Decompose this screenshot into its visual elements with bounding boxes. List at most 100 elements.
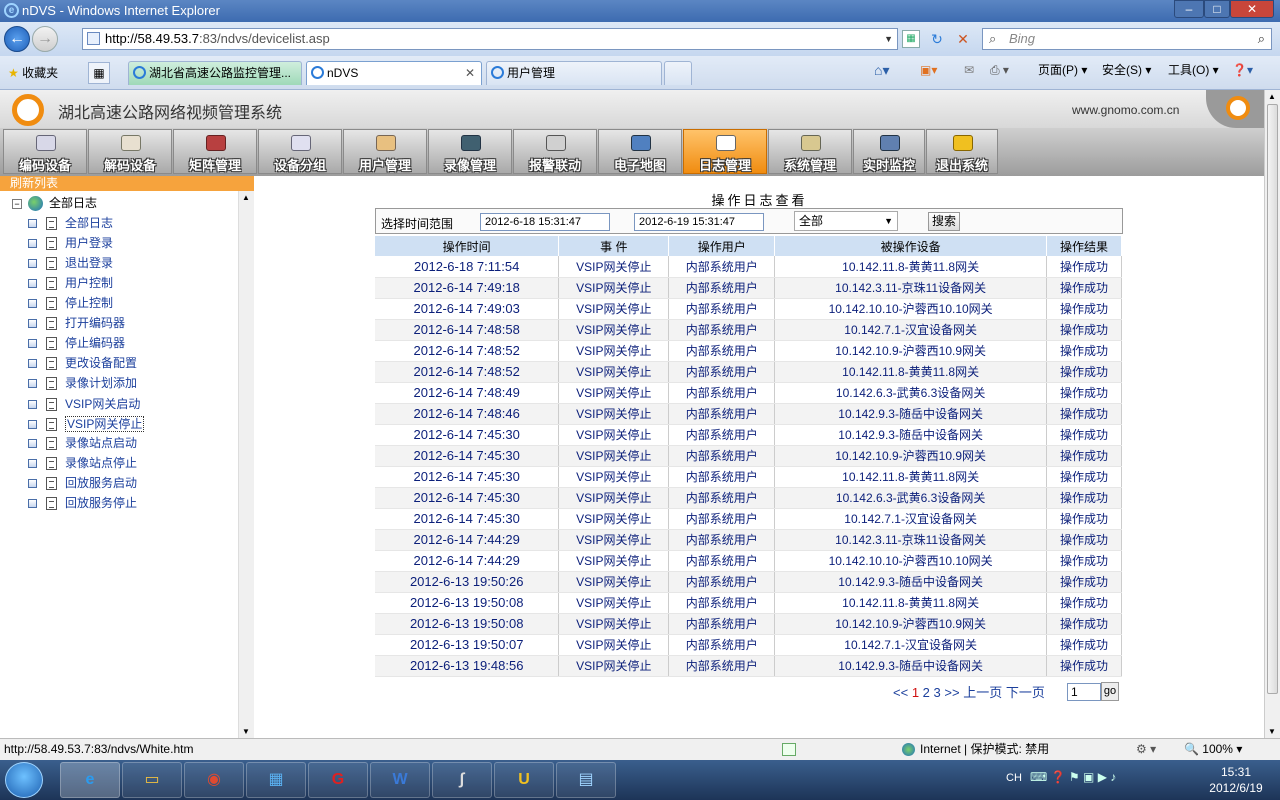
log-type-select[interactable]: 全部 [794, 211, 898, 231]
table-row[interactable]: 2012-6-13 19:50:26 VSIP网关停止 内部系统用户 10.142.9… [375, 571, 1122, 593]
menu-log-management[interactable]: 日志管理 [683, 129, 767, 174]
tree-item-playback-stop[interactable]: 回放服务停止 [28, 494, 137, 512]
table-row[interactable]: 2012-6-13 19:50:08 VSIP网关停止 内部系统用户 10.142.1… [375, 613, 1122, 635]
go-button[interactable]: go [1101, 682, 1119, 701]
tree-item-stop-control[interactable]: 停止控制 [28, 294, 113, 312]
page-link-3[interactable]: 3 [934, 685, 941, 700]
page-link-1[interactable]: 1 [912, 685, 919, 700]
security-report-icon[interactable]: ⚙ ▾ [1136, 739, 1156, 760]
tree-root-all-logs[interactable]: − 全部日志 [12, 194, 97, 212]
table-row[interactable]: 2012-6-14 7:45:30 VSIP网关停止 内部系统用户 10.142.7.… [375, 508, 1122, 530]
tree-item-all-logs[interactable]: 全部日志 [28, 214, 113, 232]
favorites-button[interactable]: ★ 收藏夹 [8, 64, 58, 81]
next-page-link[interactable]: 下一页 [1006, 685, 1045, 700]
close-window-button[interactable]: ✕ [1230, 0, 1274, 18]
help-icon[interactable]: ❓▾ [1232, 62, 1253, 78]
menu-alarm-linkage[interactable]: 报警联动 [513, 129, 597, 174]
taskbar-explorer-icon[interactable]: ▭ [122, 762, 182, 798]
table-row[interactable]: 2012-6-14 7:48:49 VSIP网关停止 内部系统用户 10.142.6.… [375, 382, 1122, 404]
table-row[interactable]: 2012-6-14 7:48:46 VSIP网关停止 内部系统用户 10.142.9.… [375, 403, 1122, 425]
compatibility-view-icon[interactable]: ▦ [902, 30, 920, 48]
col-header-event[interactable]: 事 件 [558, 236, 670, 256]
menu-matrix[interactable]: 矩阵管理 [173, 129, 257, 174]
scroll-up-icon[interactable]: ▲ [242, 193, 250, 202]
page-scrollbar[interactable]: ▲ ▼ [1264, 90, 1280, 738]
scroll-up-icon[interactable]: ▲ [1268, 92, 1276, 101]
tab-user-management[interactable]: 用户管理 [486, 61, 662, 85]
taskbar-ie-icon[interactable]: e [60, 762, 120, 798]
tree-scrollbar[interactable]: ▲ ▼ [238, 191, 254, 738]
zoom-level[interactable]: 🔍 100% ▾ [1184, 739, 1242, 760]
tree-item-record-site-start[interactable]: 录像站点启动 [28, 434, 137, 452]
scroll-thumb[interactable] [1267, 104, 1278, 694]
col-header-device[interactable]: 被操作设备 [774, 236, 1048, 256]
table-row[interactable]: 2012-6-14 7:49:18 VSIP网关停止 内部系统用户 10.142.3.… [375, 277, 1122, 299]
page-menu[interactable]: 页面(P) ▾ [1038, 62, 1087, 78]
address-input[interactable]: http://58.49.53.7:83/ndvs/devicelist.asp… [82, 28, 898, 50]
feeds-icon[interactable]: ▣▾ [920, 62, 937, 78]
home-icon[interactable]: ⌂▾ [874, 62, 889, 78]
menu-e-map[interactable]: 电子地图 [598, 129, 682, 174]
menu-encoder-devices[interactable]: 编码设备 [3, 129, 87, 174]
menu-recording[interactable]: 录像管理 [428, 129, 512, 174]
last-page-link[interactable]: >> [944, 685, 959, 700]
table-row[interactable]: 2012-6-14 7:45:30 VSIP网关停止 内部系统用户 10.142.10… [375, 445, 1122, 467]
tree-item-change-config[interactable]: 更改设备配置 [28, 354, 137, 372]
menu-user-management[interactable]: 用户管理 [343, 129, 427, 174]
tree-item-vsip-stop[interactable]: VSIP网关停止 [28, 415, 145, 433]
tab-ndvs[interactable]: nDVS ✕ [306, 61, 482, 85]
taskbar-word-icon[interactable]: W [370, 762, 430, 798]
menu-live-monitor[interactable]: 实时监控 [853, 129, 925, 174]
start-time-input[interactable]: 2012-6-18 15:31:47 [480, 213, 610, 231]
tree-item-playback-start[interactable]: 回放服务启动 [28, 474, 137, 492]
start-button[interactable] [5, 762, 43, 798]
table-row[interactable]: 2012-6-13 19:48:56 VSIP网关停止 内部系统用户 10.142.9… [375, 655, 1122, 677]
menu-exit[interactable]: 退出系统 [926, 129, 998, 174]
page-status-icon[interactable] [782, 743, 796, 756]
stop-icon[interactable]: ✕ [954, 30, 972, 48]
collapse-icon[interactable]: − [12, 198, 22, 209]
tree-item-record-site-stop[interactable]: 录像站点停止 [28, 454, 137, 472]
forward-button[interactable]: → [32, 26, 58, 52]
taskbar-calculator-icon[interactable]: ▦ [246, 762, 306, 798]
maximize-button[interactable]: □ [1204, 0, 1230, 18]
tree-item-logout[interactable]: 退出登录 [28, 254, 113, 272]
taskbar-matlab-icon[interactable]: ∫ [432, 762, 492, 798]
menu-decoder-devices[interactable]: 解码设备 [88, 129, 172, 174]
tab-hubei-monitor[interactable]: 湖北省高速公路监控管理... [128, 61, 302, 85]
tree-item-stop-encoder[interactable]: 停止编码器 [28, 334, 125, 352]
scroll-down-icon[interactable]: ▼ [1268, 727, 1276, 736]
tree-item-user-login[interactable]: 用户登录 [28, 234, 113, 252]
tab-close-icon[interactable]: ✕ [465, 62, 475, 84]
back-button[interactable]: ← [4, 26, 30, 52]
taskbar-chrome-icon[interactable]: ◉ [184, 762, 244, 798]
first-page-link[interactable]: << [893, 685, 908, 700]
print-icon[interactable]: ⎙ ▾ [990, 62, 1009, 78]
quick-tabs-icon[interactable]: ▦ [88, 62, 110, 84]
table-row[interactable]: 2012-6-14 7:48:58 VSIP网关停止 内部系统用户 10.142.7.… [375, 319, 1122, 341]
search-input[interactable]: ⌕ Bing ⌕ [982, 28, 1272, 50]
language-indicator[interactable]: CH [1006, 772, 1022, 784]
tree-item-vsip-start[interactable]: VSIP网关启动 [28, 395, 140, 413]
scroll-down-icon[interactable]: ▼ [242, 727, 250, 736]
search-go-icon[interactable]: ⌕ [1258, 29, 1265, 49]
taskbar-ultraedit-icon[interactable]: U [494, 762, 554, 798]
table-row[interactable]: 2012-6-14 7:45:30 VSIP网关停止 内部系统用户 10.142.6.… [375, 487, 1122, 509]
tree-item-open-encoder[interactable]: 打开编码器 [28, 314, 125, 332]
safety-menu[interactable]: 安全(S) ▾ [1102, 62, 1151, 78]
security-zone[interactable]: Internet | 保护模式: 禁用 [920, 739, 1049, 760]
page-link-2[interactable]: 2 [923, 685, 930, 700]
table-row[interactable]: 2012-6-13 19:50:08 VSIP网关停止 内部系统用户 10.142.1… [375, 592, 1122, 614]
taskbar-notes-icon[interactable]: ▤ [556, 762, 616, 798]
col-header-result[interactable]: 操作结果 [1046, 236, 1122, 256]
refresh-list-button[interactable]: 刷新列表 [0, 176, 254, 191]
table-row[interactable]: 2012-6-14 7:48:52 VSIP网关停止 内部系统用户 10.142.11… [375, 361, 1122, 383]
page-number-input[interactable]: 1 [1067, 683, 1101, 701]
menu-system-management[interactable]: 系统管理 [768, 129, 852, 174]
table-row[interactable]: 2012-6-14 7:48:52 VSIP网关停止 内部系统用户 10.142.10… [375, 340, 1122, 362]
menu-device-group[interactable]: 设备分组 [258, 129, 342, 174]
tray-icons[interactable]: ⌨ ❓ ⚑ ▣ ▶ ♪ [1030, 770, 1116, 784]
tree-item-user-control[interactable]: 用户控制 [28, 274, 113, 292]
end-time-input[interactable]: 2012-6-19 15:31:47 [634, 213, 764, 231]
table-row[interactable]: 2012-6-18 7:11:54 VSIP网关停止 内部系统用户 10.142.11… [375, 256, 1122, 278]
